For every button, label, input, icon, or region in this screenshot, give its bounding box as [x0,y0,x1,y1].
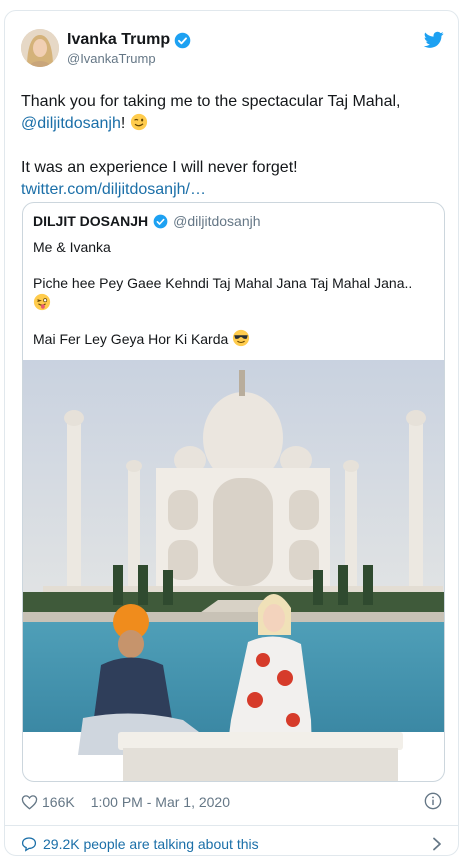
like-count: 166K [42,794,75,810]
conversation-label[interactable]: 29.2K people are talking about this [43,836,259,852]
mention-link[interactable]: @diljitdosanjh [21,115,121,132]
tongue-emoji [33,293,51,311]
quoted-line2: Piche hee Pey Gaee Kehndi Taj Mahal Jana… [33,275,413,291]
author-names: Ivanka Trump @IvankaTrump [67,31,191,66]
mention-punctuation: ! [120,115,126,132]
verified-badge-icon [153,214,168,228]
verified-badge-icon [174,32,191,48]
tweet-text-line2: It was an experience I will never forget… [21,159,298,176]
twitter-bird-icon[interactable] [424,31,444,49]
author-handle[interactable]: @IvankaTrump [67,51,191,66]
tweet-text-line1: Thank you for taking me to the spectacul… [21,93,401,110]
quoted-display-name[interactable]: DILJIT DOSANJH [33,213,148,229]
tweet-link[interactable]: twitter.com/diljitdosanjh/… [21,181,206,198]
tweet-card: Ivanka Trump @IvankaTrump Thank you for … [4,10,459,856]
sunglasses-emoji [233,329,250,347]
taj-mahal-photo[interactable] [23,360,444,781]
tweet-header: Ivanka Trump @IvankaTrump [21,29,444,73]
heart-icon [21,795,38,810]
timestamp[interactable]: 1:00 PM - Mar 1, 2020 [91,794,230,810]
info-icon[interactable] [424,792,442,810]
wink-emoji [130,113,147,131]
quoted-tweet[interactable]: DILJIT DOSANJH @diljitdosanjh Me & Ivank… [22,202,445,782]
footer-divider [5,825,458,826]
quoted-text: Me & Ivanka Piche hee Pey Gaee Kehndi Ta… [33,237,433,349]
avatar[interactable] [21,29,59,67]
like-button[interactable]: 166K [21,794,75,810]
tweet-footer: 166K 1:00 PM - Mar 1, 2020 [21,791,442,813]
comment-icon [21,837,37,852]
quoted-line1: Me & Ivanka [33,239,111,255]
conversation-link[interactable]: 29.2K people are talking about this [21,833,442,855]
quoted-header: DILJIT DOSANJH @diljitdosanjh [33,213,261,229]
author-display-name[interactable]: Ivanka Trump [67,31,170,49]
author-display-name-row[interactable]: Ivanka Trump [67,31,191,49]
chevron-right-icon[interactable] [432,837,442,851]
tweet-text: Thank you for taking me to the spectacul… [21,91,441,201]
quoted-line3: Mai Fer Ley Geya Hor Ki Karda [33,331,229,347]
quoted-handle[interactable]: @diljitdosanjh [173,213,260,229]
